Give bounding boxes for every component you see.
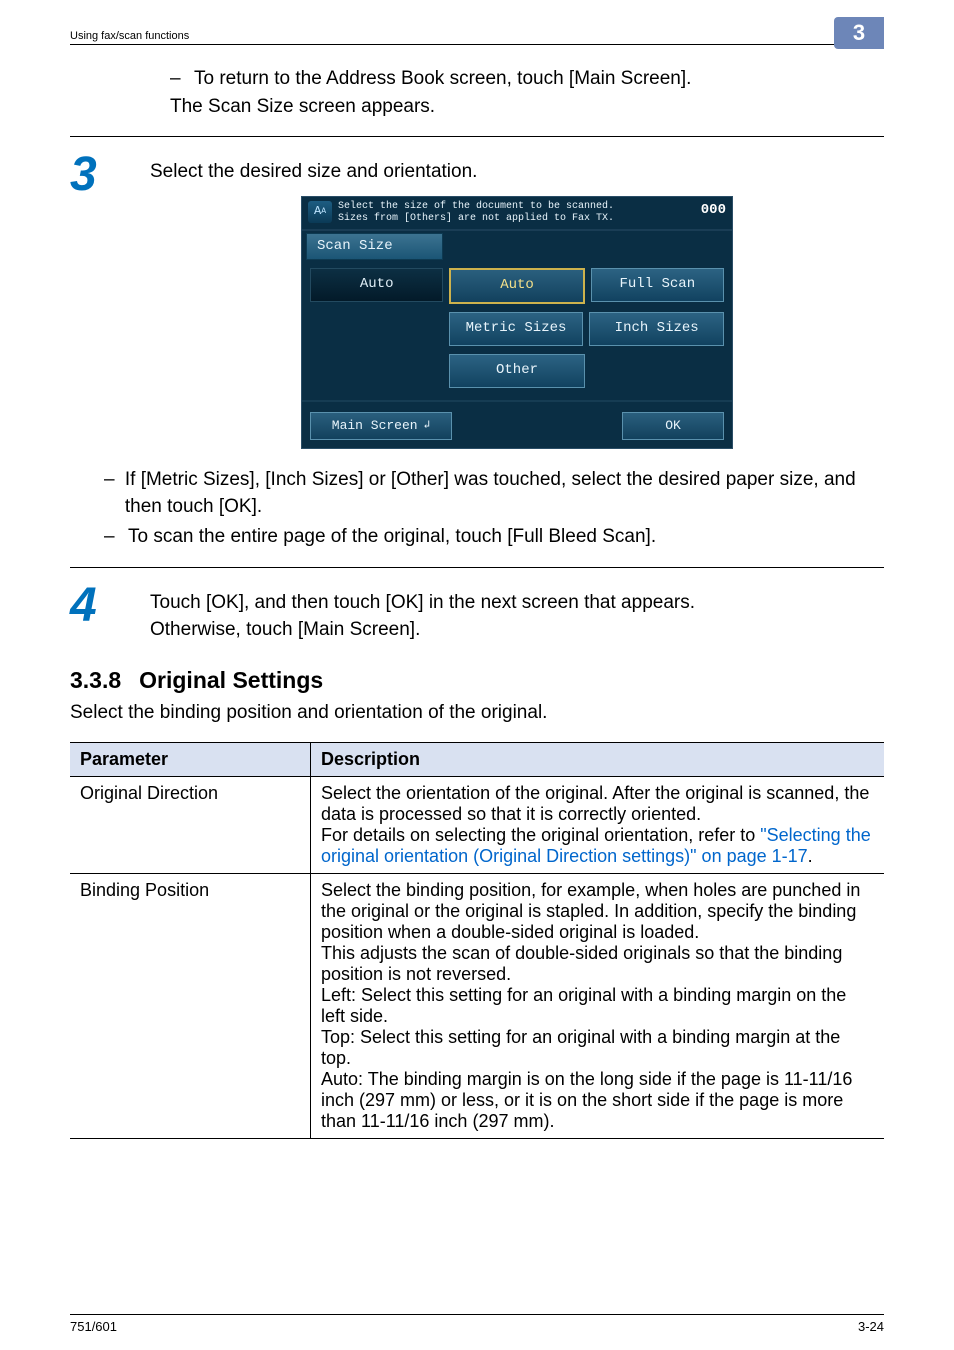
section-title: Original Settings bbox=[139, 667, 323, 693]
ok-button[interactable]: OK bbox=[622, 412, 724, 440]
settings-table: Parameter Description Original Direction… bbox=[70, 742, 884, 1139]
device-counter: 000 bbox=[693, 201, 726, 221]
cell-param-0: Original Direction bbox=[70, 777, 311, 874]
step-number-4: 4 bbox=[70, 582, 150, 630]
section-intro: Select the binding position and orientat… bbox=[0, 702, 954, 742]
intro-line-2: The Scan Size screen appears. bbox=[170, 93, 884, 121]
main-screen-button[interactable]: Main Screen↲ bbox=[310, 412, 452, 440]
device-hint-1: Select the size of the document to be sc… bbox=[338, 201, 693, 213]
footer-left: 751/601 bbox=[70, 1319, 117, 1334]
step-number-3: 3 bbox=[70, 151, 150, 199]
chapter-tab: 3 bbox=[834, 17, 884, 49]
dash: – bbox=[104, 524, 128, 551]
device-tab-scan-size[interactable]: Scan Size bbox=[306, 233, 443, 261]
cell-param-1: Binding Position bbox=[70, 874, 311, 1139]
running-header: Using fax/scan functions bbox=[70, 30, 189, 44]
intro-bullet-1: To return to the Address Book screen, to… bbox=[194, 65, 691, 93]
step4-line1: Touch [OK], and then touch [OK] in the n… bbox=[150, 590, 884, 617]
other-button[interactable]: Other bbox=[449, 354, 584, 388]
divider bbox=[70, 136, 884, 137]
col-description: Description bbox=[311, 743, 885, 777]
divider bbox=[70, 567, 884, 568]
step4-line2: Otherwise, touch [Main Screen]. bbox=[150, 617, 884, 644]
section-number: 3.3.8 bbox=[70, 667, 121, 693]
footer-right: 3-24 bbox=[858, 1319, 884, 1334]
step3-text: Select the desired size and orientation. bbox=[150, 159, 884, 186]
zoom-icon: AA bbox=[308, 201, 332, 223]
dash: – bbox=[170, 65, 194, 93]
inch-sizes-button[interactable]: Inch Sizes bbox=[589, 312, 724, 346]
cell-desc-0: Select the orientation of the original. … bbox=[311, 777, 885, 874]
step3-bullet-2: To scan the entire page of the original,… bbox=[128, 524, 656, 551]
auto-button-current[interactable]: Auto bbox=[310, 268, 443, 302]
metric-sizes-button[interactable]: Metric Sizes bbox=[449, 312, 584, 346]
step3-bullet-1: If [Metric Sizes], [Inch Sizes] or [Othe… bbox=[125, 467, 884, 520]
device-hint-2: Sizes from [Others] are not applied to F… bbox=[338, 213, 693, 225]
dash: – bbox=[104, 467, 125, 520]
return-arrow-icon: ↲ bbox=[424, 419, 431, 434]
cell-desc-1: Select the binding position, for example… bbox=[311, 874, 885, 1139]
table-row: Original Direction Select the orientatio… bbox=[70, 777, 884, 874]
auto-button-selected[interactable]: Auto bbox=[449, 268, 584, 304]
col-parameter: Parameter bbox=[70, 743, 311, 777]
table-row: Binding Position Select the binding posi… bbox=[70, 874, 884, 1139]
device-screenshot: AA Select the size of the document to be… bbox=[301, 196, 733, 450]
full-scan-button[interactable]: Full Scan bbox=[591, 268, 724, 302]
